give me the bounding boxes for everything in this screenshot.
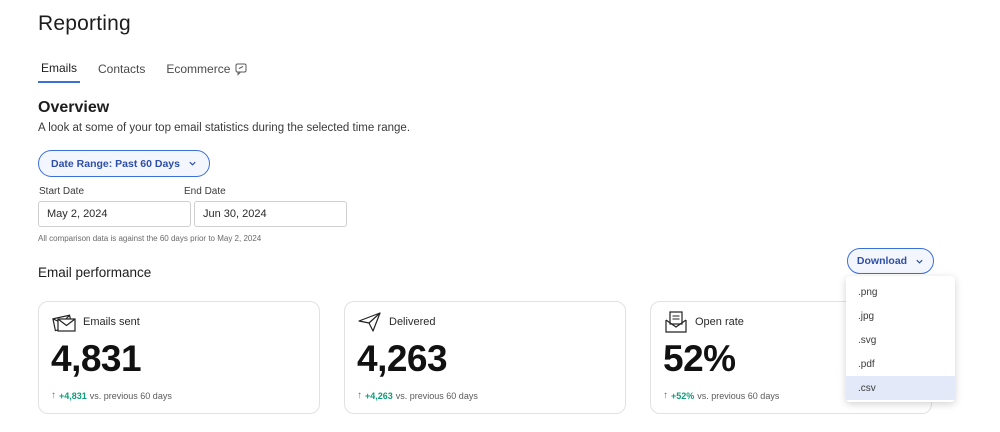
download-option-csv[interactable]: .csv: [846, 376, 955, 400]
card-delta: ↑ +4,263 vs. previous 60 days: [357, 390, 478, 401]
tab-ecommerce-label: Ecommerce: [166, 62, 231, 76]
email-performance-title: Email performance: [38, 265, 152, 280]
open-envelope-icon: [665, 311, 687, 333]
stat-card-delivered: Delivered 4,263 ↑ +4,263 vs. previous 60…: [344, 301, 626, 414]
date-range-label: Date Range: Past 60 Days: [51, 157, 180, 170]
end-date-label: End Date: [184, 186, 226, 197]
delta-value: +4,263: [365, 390, 393, 401]
card-header: Delivered: [357, 310, 435, 334]
download-option-jpg[interactable]: .jpg: [846, 304, 955, 328]
tab-bar: Emails Contacts Ecommerce: [38, 59, 266, 83]
chevron-down-icon: [916, 259, 923, 264]
download-label: Download: [856, 255, 908, 267]
arrow-up-icon: ↑: [357, 390, 362, 401]
stat-card-emails-sent: Emails sent 4,831 ↑ +4,831 vs. previous …: [38, 301, 320, 414]
tab-emails-label: Emails: [41, 61, 78, 75]
card-label: Delivered: [389, 316, 436, 328]
card-header: Emails sent: [51, 310, 140, 334]
arrow-up-icon: ↑: [51, 390, 56, 401]
page-title: Reporting: [38, 12, 131, 35]
card-header: Open rate: [663, 310, 744, 334]
delta-suffix: vs. previous 60 days: [395, 390, 478, 401]
start-date-label: Start Date: [39, 186, 85, 197]
overview-subtitle: A look at some of your top email statist…: [38, 122, 411, 134]
card-label: Emails sent: [83, 316, 140, 328]
card-label: Open rate: [695, 316, 744, 328]
end-date-input[interactable]: Jun 30, 2024: [194, 201, 347, 227]
tab-contacts[interactable]: Contacts: [95, 59, 148, 83]
card-value: 4,831: [51, 338, 142, 379]
card-value: 52%: [663, 338, 736, 379]
download-option-svg[interactable]: .svg: [846, 328, 955, 352]
tab-ecommerce[interactable]: Ecommerce: [163, 59, 251, 83]
envelopes-icon: [52, 314, 76, 332]
tab-emails[interactable]: Emails: [38, 59, 81, 83]
comparison-note: All comparison data is against the 60 da…: [38, 234, 262, 243]
tab-contacts-label: Contacts: [98, 62, 146, 76]
card-value: 4,263: [357, 338, 448, 379]
paper-plane-icon: [358, 312, 381, 332]
delta-suffix: vs. previous 60 days: [697, 390, 780, 401]
arrow-up-icon: ↑: [663, 390, 668, 401]
delta-suffix: vs. previous 60 days: [89, 390, 172, 401]
card-delta: ↑ +52% vs. previous 60 days: [663, 390, 779, 401]
download-option-pdf[interactable]: .pdf: [846, 352, 955, 376]
download-option-png[interactable]: .png: [846, 280, 955, 304]
download-button[interactable]: Download: [847, 248, 934, 274]
date-range-button[interactable]: Date Range: Past 60 Days: [38, 150, 210, 177]
card-delta: ↑ +4,831 vs. previous 60 days: [51, 390, 172, 401]
download-menu: .png .jpg .svg .pdf .csv: [846, 276, 955, 402]
chevron-down-icon: [189, 161, 196, 166]
delta-value: +4,831: [59, 390, 87, 401]
overview-title: Overview: [38, 99, 110, 116]
feedback-icon: [235, 63, 247, 76]
delta-value: +52%: [671, 390, 695, 401]
start-date-input[interactable]: May 2, 2024: [38, 201, 191, 227]
